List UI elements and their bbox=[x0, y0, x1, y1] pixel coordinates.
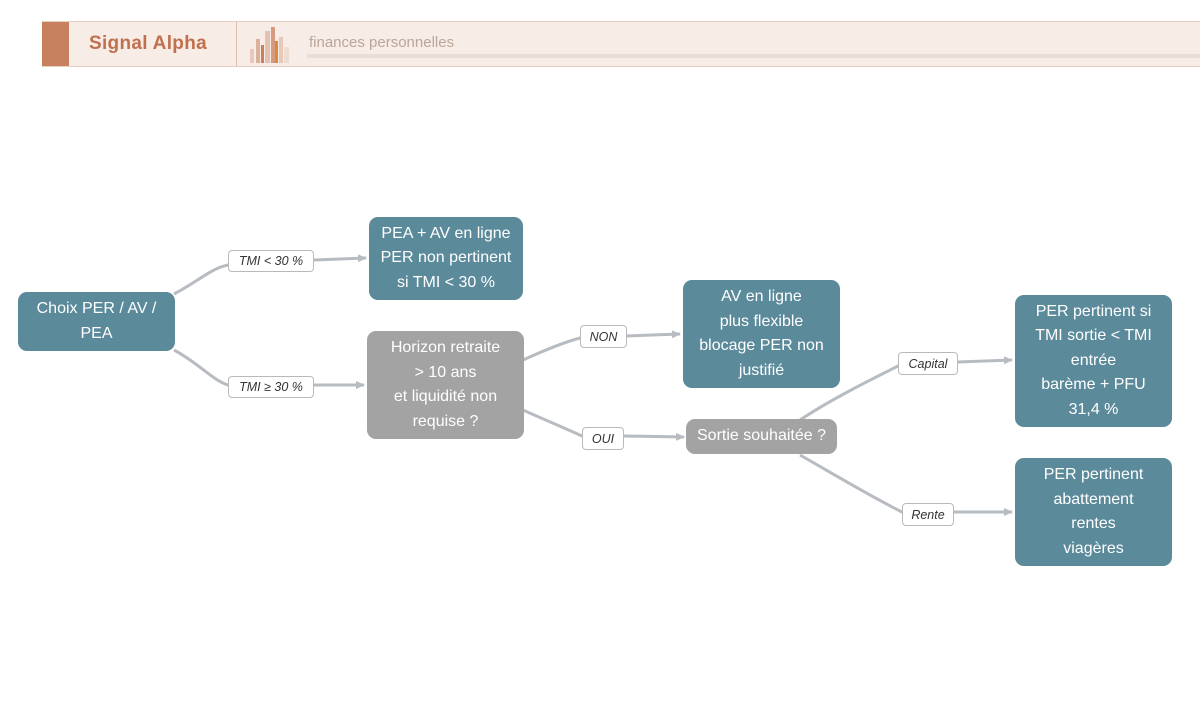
node-per-pertinent-capital: PER pertinent si TMI sortie < TMI entrée… bbox=[1015, 295, 1172, 427]
edge-label-oui: OUI bbox=[582, 427, 624, 450]
edge-label-capital: Capital bbox=[898, 352, 958, 375]
node-horizon-retraite: Horizon retraite > 10 ans et liquidité n… bbox=[367, 331, 524, 439]
edge-label-tmi-low: TMI < 30 % bbox=[228, 250, 314, 272]
edge-label-rente: Rente bbox=[902, 503, 954, 526]
node-av-en-ligne-flexible: AV en ligne plus flexible blocage PER no… bbox=[683, 280, 840, 388]
edge-label-non: NON bbox=[580, 325, 627, 348]
edge-label-tmi-high: TMI ≥ 30 % bbox=[228, 376, 314, 398]
node-choix-per-av-pea: Choix PER / AV / PEA bbox=[18, 292, 175, 351]
node-sortie-souhaitee: Sortie souhaitée ? bbox=[686, 419, 837, 454]
node-per-pertinent-rente: PER pertinent abattement rentes viagères bbox=[1015, 458, 1172, 566]
node-pea-av-en-ligne: PEA + AV en ligne PER non pertinent si T… bbox=[369, 217, 523, 300]
